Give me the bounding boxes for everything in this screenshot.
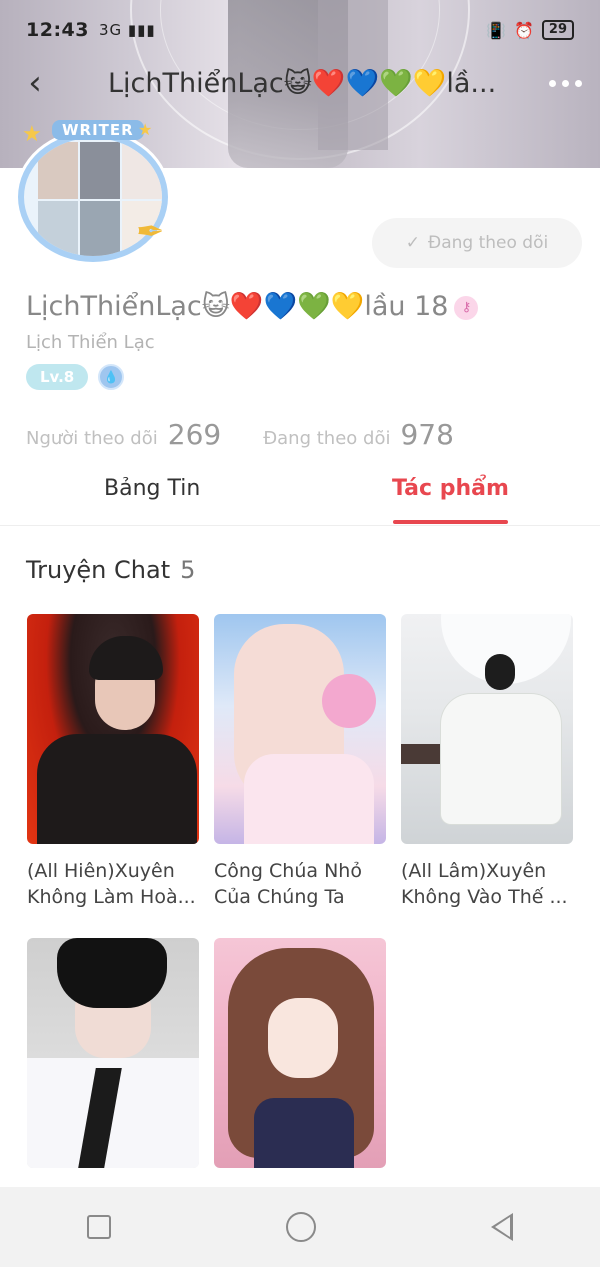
story-card[interactable] (27, 938, 199, 1168)
display-name-text: LịchThiểnLạc😺❤️💙💚💛lầu 18 (26, 291, 449, 322)
profile-page: 12:43 3G ▮▮▮ 📳 ⏰ 29 ‹ LịchThiểnLạc😺❤️💙💚💛… (0, 0, 600, 1267)
following-count[interactable]: 978 (400, 418, 453, 451)
chevron-left-icon[interactable]: ‹ (0, 58, 70, 108)
story-cover[interactable] (214, 938, 386, 1168)
story-cover[interactable] (27, 614, 199, 844)
story-title-line: (All Hiên)Xuyên (27, 860, 175, 882)
home-icon[interactable] (285, 1212, 316, 1242)
section-count: 5 (180, 556, 196, 584)
check-icon: ✓ (405, 233, 421, 253)
writer-badge: WRITER (52, 120, 144, 140)
story-title[interactable]: (All Lâm)Xuyên Không Vào Thế ... (401, 858, 573, 910)
follow-stats: Người theo dõi 269 Đang theo dõi 978 (26, 418, 454, 451)
username: Lịch Thiển Lạc (26, 332, 155, 353)
following-button-label: Đang theo dõi (428, 233, 549, 253)
story-title-line: Không Làm Hoà... (27, 886, 196, 908)
following-button[interactable]: ✓ Đang theo dõi (372, 218, 582, 268)
story-cover[interactable] (27, 938, 199, 1168)
drop-badge-icon: 💧 (98, 364, 125, 390)
status-time: 12:43 (26, 19, 89, 41)
back-triangle-icon[interactable] (490, 1213, 513, 1241)
recent-apps-icon[interactable] (87, 1215, 112, 1239)
star-icon: ★ (22, 122, 42, 147)
status-right: 📳 ⏰ 29 (486, 20, 574, 40)
top-nav: ‹ LịchThiểnLạc😺❤️💙💚💛lầ... (0, 58, 600, 108)
story-card[interactable]: (All Hiên)Xuyên Không Làm Hoà... (27, 614, 199, 910)
status-bar: 12:43 3G ▮▮▮ 📳 ⏰ 29 (0, 0, 600, 60)
story-title-line: Của Chúng Ta (214, 886, 345, 908)
level-badge: Lv.8 (26, 364, 89, 390)
story-title[interactable]: Công Chúa Nhỏ Của Chúng Ta (214, 858, 386, 910)
nav-title: LịchThiểnLạc😺❤️💙💚💛lầ... (108, 68, 497, 99)
followers-label[interactable]: Người theo dõi (26, 428, 158, 449)
story-cover[interactable] (401, 614, 573, 844)
following-label[interactable]: Đang theo dõi (263, 428, 390, 449)
followers-count[interactable]: 269 (168, 418, 221, 451)
story-title[interactable]: (All Hiên)Xuyên Không Làm Hoà... (27, 858, 199, 910)
section-title: Truyện Chat 5 (26, 556, 195, 584)
story-card[interactable]: (All Lâm)Xuyên Không Vào Thế ... (401, 614, 573, 910)
story-title-line: Công Chúa Nhỏ (214, 860, 362, 882)
alarm-icon: ⏰ (513, 20, 534, 40)
star-icon: ★ (138, 120, 153, 139)
story-card[interactable] (214, 938, 386, 1168)
story-cover[interactable] (214, 614, 386, 844)
tab-works[interactable]: Tác phẩm (392, 476, 509, 501)
more-dots-icon[interactable] (530, 79, 600, 87)
tab-news[interactable]: Bảng Tin (104, 476, 200, 501)
vibrate-icon: 📳 (486, 20, 506, 40)
tab-active-indicator (393, 520, 508, 524)
battery-icon: 29 (541, 20, 574, 40)
story-title-line: (All Lâm)Xuyên (401, 860, 547, 882)
system-nav-bar (0, 1187, 600, 1267)
pen-icon: ✒ (136, 212, 165, 252)
display-name: LịchThiểnLạc😺❤️💙💚💛lầu 18 ⚷ (26, 290, 479, 322)
avatar[interactable]: WRITER ★ ★ ✒ (8, 120, 184, 276)
story-card[interactable]: Công Chúa Nhỏ Của Chúng Ta (214, 614, 386, 910)
key-icon: ⚷ (454, 295, 479, 320)
signal-icon: 3G ▮▮▮ (98, 21, 156, 39)
story-title-line: Không Vào Thế ... (401, 886, 568, 908)
badges: Lv.8 💧 (26, 364, 125, 390)
profile-tabs: Bảng Tin Tác phẩm (0, 464, 600, 526)
section-title-text: Truyện Chat (26, 556, 171, 584)
